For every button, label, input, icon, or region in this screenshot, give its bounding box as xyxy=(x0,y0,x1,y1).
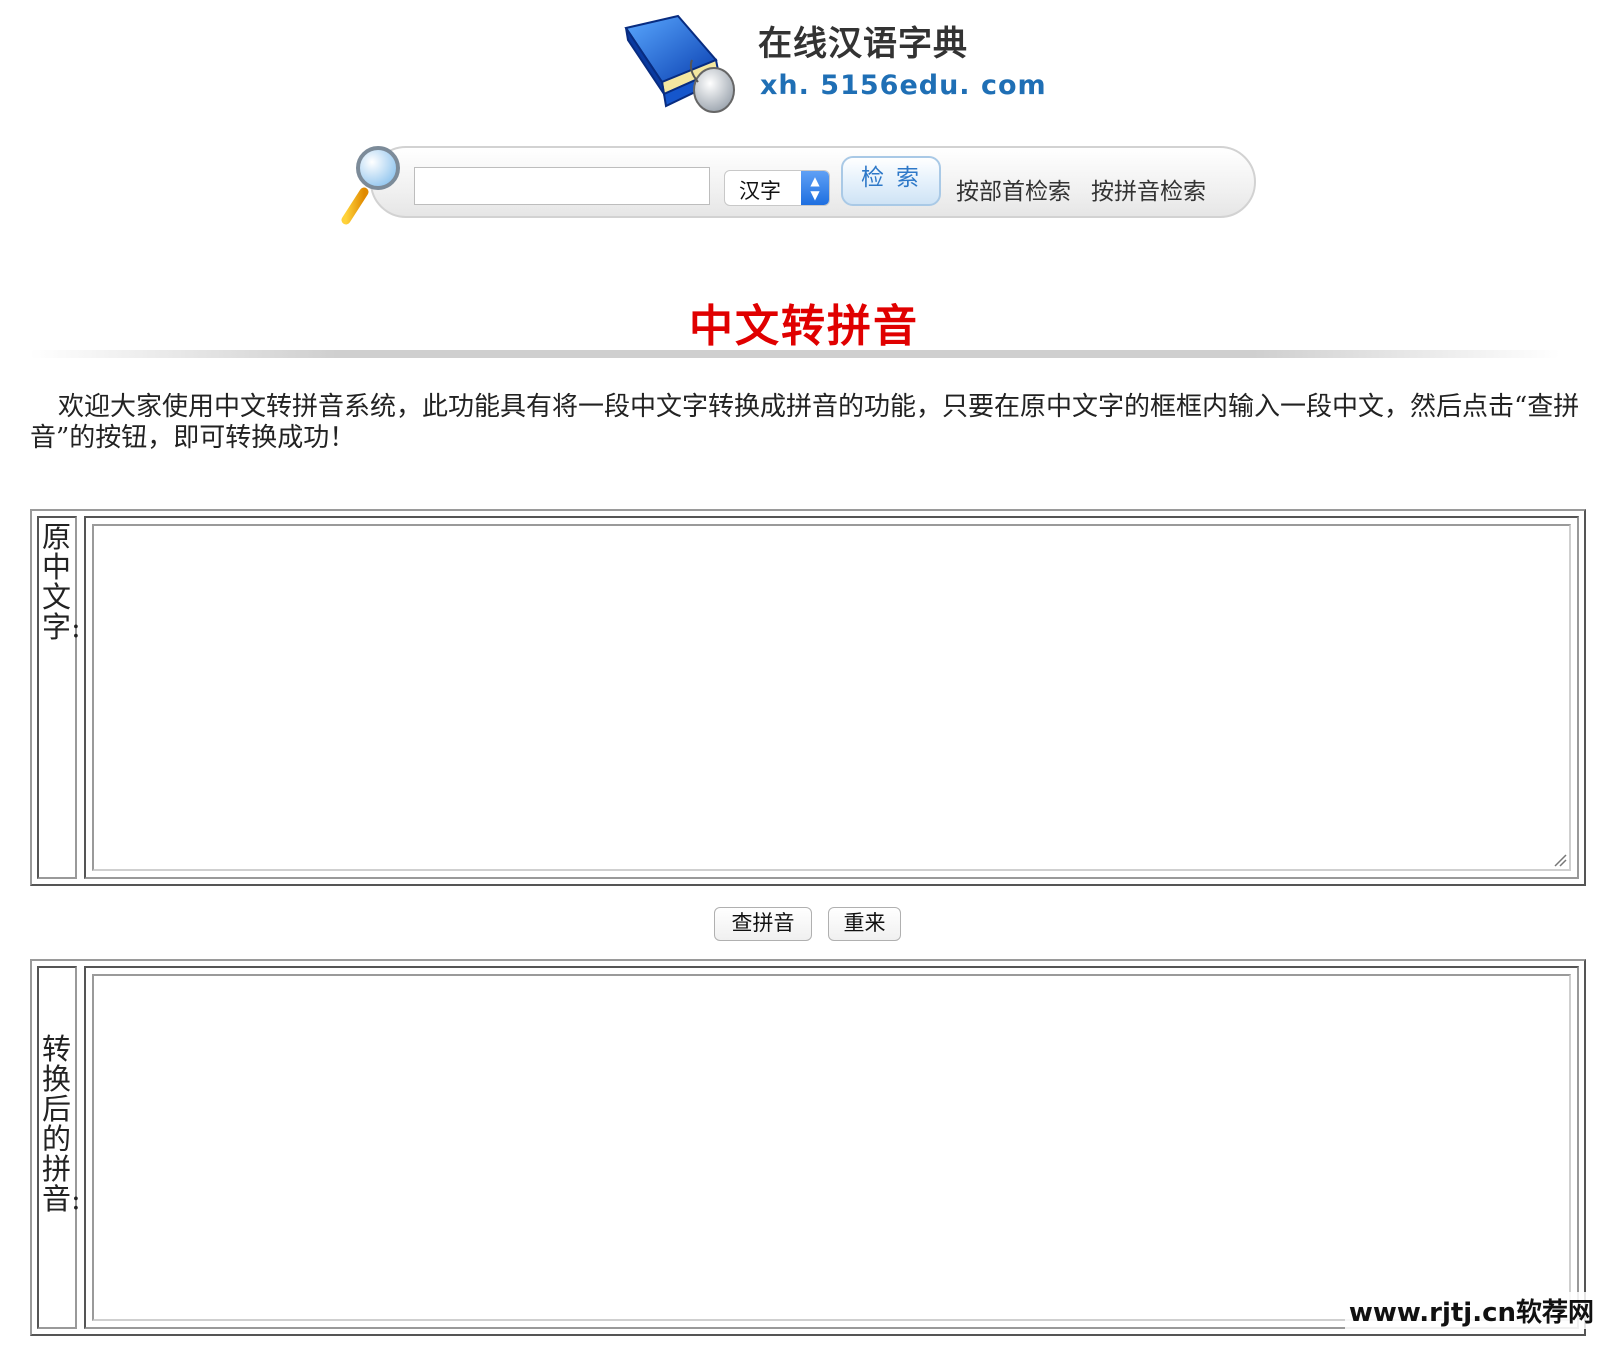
result-pinyin-output[interactable] xyxy=(92,974,1571,1321)
source-label: 原中文字: xyxy=(42,520,81,644)
select-arrows-icon: ▲ ▼ xyxy=(801,171,829,205)
site-url: xh. 5156edu. com xyxy=(760,70,1047,101)
source-field-cell xyxy=(84,516,1579,879)
page-title: 中文转拼音 xyxy=(689,301,919,352)
magnifier-icon xyxy=(341,146,400,225)
search-by-pinyin-link[interactable]: 按拼音检索 xyxy=(1091,172,1206,206)
site-title: 在线汉语字典 xyxy=(758,24,968,64)
search-type-value: 汉字 xyxy=(739,179,781,203)
search-type-select[interactable]: 汉字 ▲ ▼ xyxy=(724,170,830,206)
title-divider xyxy=(30,350,1560,358)
resize-grip-icon[interactable] xyxy=(1553,853,1567,867)
watermark-text: www.rjtj.cn软荐网 xyxy=(1344,1292,1598,1329)
source-text-panel: 原中文字: xyxy=(30,509,1586,886)
result-pinyin-panel: 转换后的拼音: xyxy=(30,959,1586,1336)
source-text-input[interactable] xyxy=(92,524,1571,871)
result-label: 转换后的拼音: xyxy=(42,1032,81,1216)
search-by-radical-link[interactable]: 按部首检索 xyxy=(956,172,1071,206)
search-button[interactable]: 检索 xyxy=(841,156,941,206)
dictionary-book-icon xyxy=(624,14,735,113)
source-label-cell: 原中文字: xyxy=(37,516,81,879)
site-logo[interactable]: 在线汉语字典 xh. 5156edu. com xyxy=(618,10,1046,118)
search-input[interactable] xyxy=(414,167,710,205)
reset-button[interactable]: 重来 xyxy=(828,907,901,941)
intro-text: 欢迎大家使用中文转拼音系统，此功能具有将一段中文字转换成拼音的功能，只要在原中文… xyxy=(30,392,1580,453)
convert-to-pinyin-button[interactable]: 查拼音 xyxy=(714,907,812,941)
result-field-cell xyxy=(84,966,1579,1329)
result-label-cell: 转换后的拼音: xyxy=(37,966,81,1329)
